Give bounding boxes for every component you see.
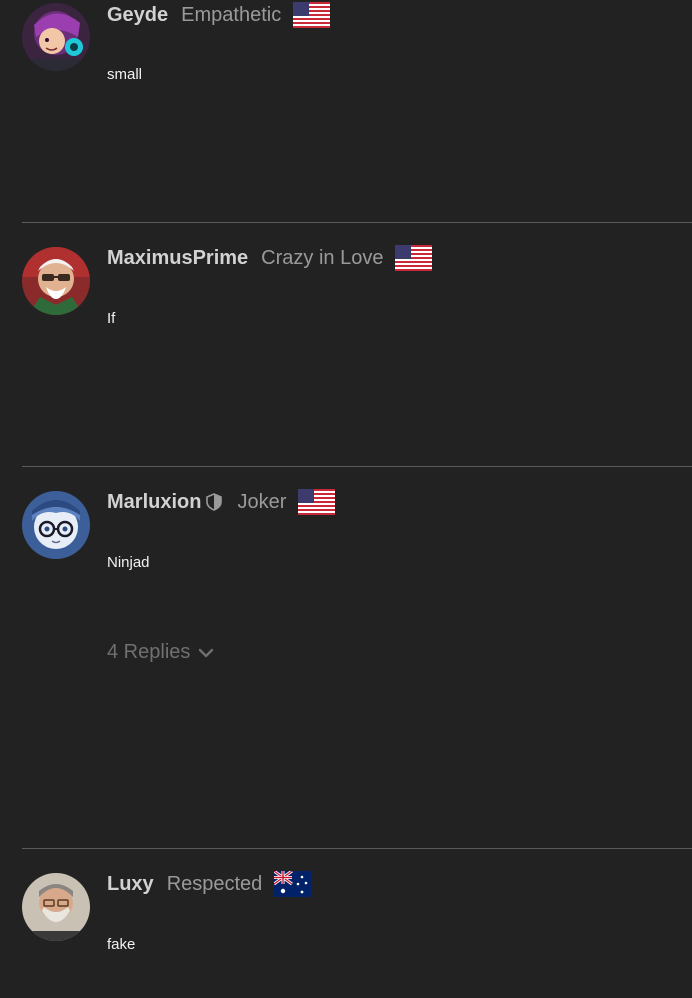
au-flag-icon: [274, 871, 312, 897]
avatar[interactable]: [22, 247, 90, 315]
username[interactable]: Geyde: [107, 4, 168, 27]
username[interactable]: Marluxion: [107, 491, 201, 514]
rank-label: Empathetic: [181, 3, 282, 26]
bearded-man-avatar-icon: [22, 873, 90, 941]
chevron-down-icon: [199, 648, 214, 657]
purple-cartoon-avatar-icon: [22, 3, 90, 71]
us-flag-icon: [293, 2, 331, 28]
avatar[interactable]: [22, 873, 90, 941]
comment-text: If: [107, 310, 116, 327]
us-flag-icon: [298, 489, 336, 515]
blue-anime-glasses-avatar-icon: [22, 491, 90, 559]
comment-text: Ninjad: [107, 554, 150, 571]
elderly-man-sunglasses-avatar-icon: [22, 247, 90, 315]
username[interactable]: Luxy: [107, 873, 154, 896]
rank-label: Crazy in Love: [261, 246, 384, 269]
replies-toggle[interactable]: 4 Replies: [107, 641, 214, 664]
us-flag-icon: [395, 245, 433, 271]
rank-label: Respected: [166, 872, 263, 895]
divider: [22, 222, 692, 223]
username[interactable]: MaximusPrime: [107, 247, 248, 270]
divider: [22, 466, 692, 467]
shield-icon: [206, 493, 223, 511]
comment-text: small: [107, 66, 143, 83]
avatar[interactable]: [22, 3, 90, 71]
replies-label: 4 Replies: [107, 641, 191, 663]
rank-label: Joker: [237, 490, 287, 513]
divider: [22, 848, 692, 849]
avatar[interactable]: [22, 491, 90, 559]
comment-text: fake: [107, 936, 136, 953]
